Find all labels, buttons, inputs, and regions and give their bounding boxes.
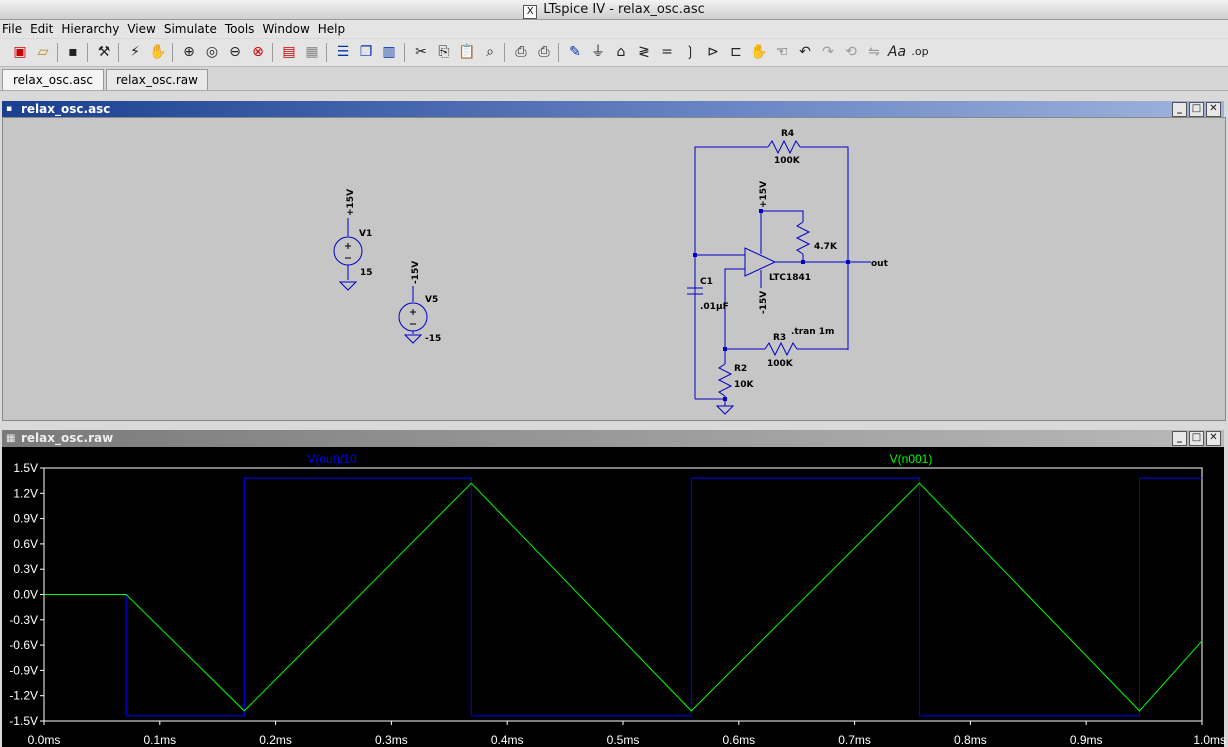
- x-tick-label: 0.3ms: [375, 733, 408, 747]
- x-tick-label: 0.4ms: [491, 733, 524, 747]
- x-tick-label: 0.8ms: [954, 733, 987, 747]
- y-tick-label: 1.5V: [13, 461, 38, 475]
- y-tick-label: -0.9V: [9, 663, 38, 677]
- legend-v-out[interactable]: V(out)/10: [307, 452, 357, 466]
- trace-v-out[interactable]: [44, 477, 1202, 717]
- plot-frame: [43, 467, 1203, 722]
- y-tick-label: 1.2V: [13, 486, 38, 500]
- x-tick-label: 0.2ms: [259, 733, 292, 747]
- y-tick-label: 0.9V: [13, 512, 38, 526]
- waveform-plot[interactable]: V(out)/10 V(n001) 1.5V 1.2V 0.9V 0.6V 0.3V 0.…: [0, 0, 1228, 747]
- legend-v-n001[interactable]: V(n001): [890, 452, 933, 466]
- y-tick-label: 0.3V: [13, 562, 38, 576]
- y-tick-label: -0.3V: [9, 613, 38, 627]
- x-tick-label: 0.7ms: [838, 733, 871, 747]
- x-tick-label: 0.5ms: [607, 733, 640, 747]
- x-tick-label: 0.6ms: [722, 733, 755, 747]
- x-tick-label: 0.1ms: [143, 733, 176, 747]
- x-tick-label: 1.0ms: [1193, 733, 1226, 747]
- y-tick-label: 0.0V: [13, 588, 38, 602]
- trace-v-n001[interactable]: [44, 482, 1203, 712]
- y-tick-label: -0.6V: [9, 638, 38, 652]
- x-tick-label: 0.0ms: [28, 733, 61, 747]
- x-tick-label: 0.9ms: [1070, 733, 1103, 747]
- y-tick-label: -1.2V: [9, 689, 38, 703]
- y-tick-label: 0.6V: [13, 537, 38, 551]
- y-tick-label: -1.5V: [9, 714, 38, 728]
